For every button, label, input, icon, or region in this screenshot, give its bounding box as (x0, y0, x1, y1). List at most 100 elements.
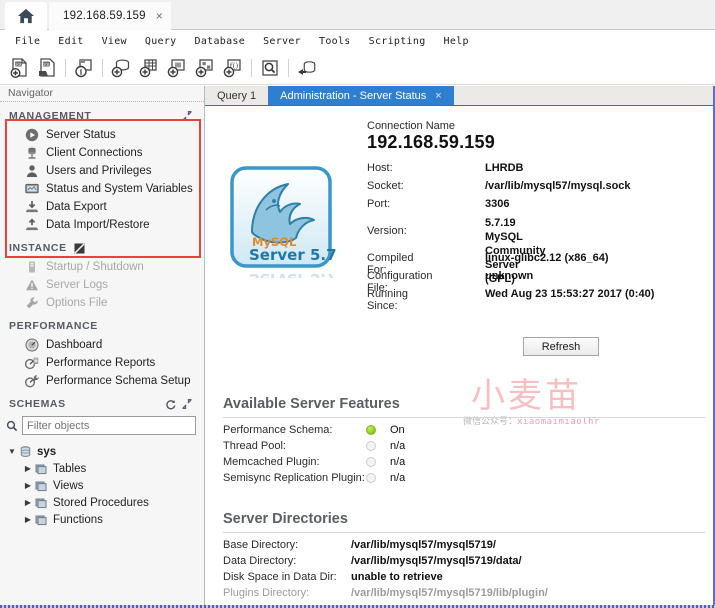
section-heading: Server Directories (223, 511, 348, 527)
chevron-right-icon[interactable]: ▶ (22, 515, 34, 524)
mysql-workbench-window: 192.168.59.159 × File Edit View Query Da… (0, 0, 715, 608)
detail-value: LHRDB (485, 162, 524, 174)
home-tab[interactable] (5, 2, 47, 30)
directory-row-plugins-directory: Plugins Directory: /var/lib/mysql57/mysq… (205, 585, 713, 601)
new-table-icon[interactable] (136, 55, 162, 81)
detail-value: linux-glibc2.12 (x86_64) (485, 252, 609, 264)
tree-item-tables[interactable]: ▶ Tables (0, 460, 204, 477)
tab-administration-server-status[interactable]: Administration - Server Status × (268, 86, 454, 105)
sidebar-item-label: Server Logs (46, 279, 109, 291)
tree-item-functions[interactable]: ▶ Functions (0, 511, 204, 528)
logo-edition-text: Server 5.7 (249, 246, 337, 264)
toolbar-separator (288, 59, 289, 77)
tree-item-sys[interactable]: ▼ sys (0, 443, 204, 460)
refresh-icon[interactable] (165, 399, 176, 410)
chevron-right-icon[interactable]: ▶ (22, 464, 34, 473)
dashboard-icon (24, 338, 40, 352)
new-view-icon[interactable] (164, 55, 190, 81)
tab-label: Administration - Server Status (280, 89, 427, 102)
server-logs-icon (24, 278, 40, 292)
directory-value: unable to retrieve (351, 571, 443, 583)
detail-value: /var/lib/mysql57/mysql.sock (485, 180, 631, 192)
chevron-down-icon[interactable]: ▼ (6, 447, 18, 456)
expand-icon[interactable] (182, 111, 192, 121)
sidebar-item-users-and-privileges[interactable]: Users and Privileges (0, 162, 204, 180)
server-status-page: 小麦苗 微信公众号：xiaomaimiaolhr Connection Name… (205, 106, 713, 607)
menu-item-view[interactable]: View (93, 34, 136, 49)
new-function-icon[interactable]: f() (220, 55, 246, 81)
sidebar-item-startup-shutdown[interactable]: Startup / Shutdown (0, 258, 204, 276)
section-label: PERFORMANCE (9, 320, 98, 332)
connection-summary: Connection Name 192.168.59.159 MySQL Ser… (205, 106, 713, 356)
feature-value: n/a (390, 440, 406, 452)
section-label: SCHEMAS (9, 398, 66, 410)
search-data-icon[interactable] (257, 55, 283, 81)
connection-tab[interactable]: 192.168.59.159 × (49, 2, 171, 30)
detail-value: Wed Aug 23 15:53:27 2017 (0:40) (485, 288, 655, 300)
directory-key: Plugins Directory: (223, 587, 310, 599)
feature-row-semisync-replication-plugin: Semisync Replication Plugin: n/a (205, 470, 713, 486)
sidebar-item-data-import-restore[interactable]: Data Import/Restore (0, 216, 204, 234)
status-badge (366, 473, 376, 483)
chevron-right-icon[interactable]: ▶ (22, 481, 34, 490)
sidebar-item-label: Server Status (46, 129, 116, 141)
open-connection-inspector-icon[interactable]: i (71, 55, 97, 81)
menu-item-help[interactable]: Help (435, 34, 478, 49)
menu-item-database[interactable]: Database (186, 34, 255, 49)
open-sql-script-icon[interactable]: SQL (34, 55, 60, 81)
new-sql-tab-icon[interactable]: SQL (6, 55, 32, 81)
expand-icon[interactable] (182, 399, 192, 409)
directory-value: /var/lib/mysql57/mysql5719/ (351, 539, 496, 551)
directory-key: Data Directory: (223, 555, 297, 567)
menu-item-edit[interactable]: Edit (49, 34, 92, 49)
editor-tab-strip: Query 1 Administration - Server Status × (205, 86, 713, 106)
navigator-section-schemas: SCHEMAS (0, 390, 204, 414)
sidebar-item-performance-schema-setup[interactable]: Performance Schema Setup (0, 372, 204, 390)
available-server-features-section: Available Server Features Performance Sc… (205, 396, 713, 486)
close-icon[interactable]: × (156, 9, 163, 23)
schema-filter-row (0, 414, 204, 437)
menu-item-scripting[interactable]: Scripting (360, 34, 435, 49)
status-variables-icon (24, 182, 40, 196)
feature-key: Performance Schema: (223, 424, 333, 436)
status-badge (366, 457, 376, 467)
schema-icon (18, 445, 33, 458)
connection-name-label: Connection Name (367, 120, 456, 132)
menu-item-query[interactable]: Query (136, 34, 186, 49)
sidebar-item-options-file[interactable]: Options File (0, 294, 204, 312)
menu-item-tools[interactable]: Tools (310, 34, 360, 49)
sidebar-item-status-and-system-variables[interactable]: Status and System Variables (0, 180, 204, 198)
menu-item-file[interactable]: File (6, 34, 49, 49)
close-icon[interactable]: × (435, 90, 441, 102)
tab-label: Query 1 (217, 89, 257, 102)
feature-value: n/a (390, 456, 406, 468)
status-badge (366, 425, 376, 435)
tree-item-stored-procedures[interactable]: ▶ Stored Procedures (0, 494, 204, 511)
sidebar-item-dashboard[interactable]: Dashboard (0, 336, 204, 354)
search-input[interactable] (22, 416, 196, 435)
sidebar-item-performance-reports[interactable]: Performance Reports (0, 354, 204, 372)
sidebar-item-client-connections[interactable]: Client Connections (0, 144, 204, 162)
tree-item-views[interactable]: ▶ Views (0, 477, 204, 494)
detail-key: Running Since: (367, 288, 408, 312)
sidebar-item-data-export[interactable]: Data Export (0, 198, 204, 216)
sidebar-item-server-logs[interactable]: Server Logs (0, 276, 204, 294)
home-icon (18, 8, 34, 24)
tab-query-1[interactable]: Query 1 (205, 86, 268, 105)
feature-row-thread-pool: Thread Pool: n/a (205, 438, 713, 454)
tree-item-label: Stored Procedures (53, 496, 149, 509)
server-directories-section: Server Directories Base Directory: /var/… (205, 511, 713, 601)
toolbar-separator (251, 59, 252, 77)
new-schema-icon[interactable] (108, 55, 134, 81)
window-tab-strip: 192.168.59.159 × (0, 0, 715, 30)
feature-row-performance-schema: Performance Schema: On (205, 422, 713, 438)
new-stored-procedure-icon[interactable] (192, 55, 218, 81)
sidebar-item-server-status[interactable]: Server Status (0, 126, 204, 144)
navigator-pane: Navigator MANAGEMENT Server Status Clien… (0, 86, 205, 608)
menu-item-server[interactable]: Server (254, 34, 310, 49)
reconnect-server-icon[interactable] (294, 55, 320, 81)
chevron-right-icon[interactable]: ▶ (22, 498, 34, 507)
section-label: INSTANCE (9, 242, 67, 254)
status-badge (366, 441, 376, 451)
refresh-button[interactable]: Refresh (523, 337, 599, 356)
